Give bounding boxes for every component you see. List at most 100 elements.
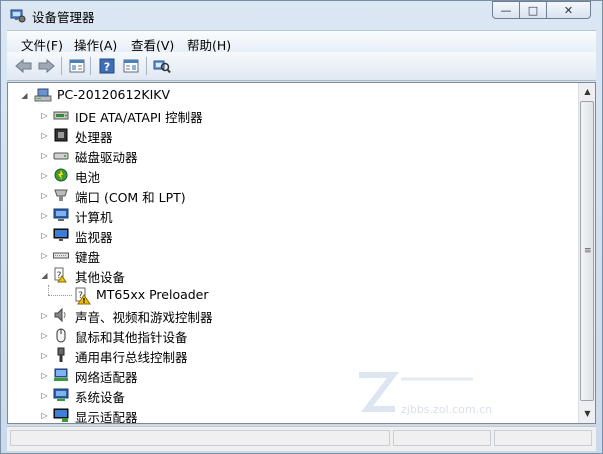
expand-arrow-icon[interactable]: ▷ (40, 151, 49, 160)
help-button[interactable]: ? (98, 57, 116, 75)
tree-guide-line (48, 285, 50, 295)
computer-icon (34, 87, 52, 103)
tree-node-battery[interactable]: ▷ 电池 (8, 165, 576, 185)
tree-node-label: 显示适配器 (75, 410, 138, 424)
other-devices-icon: ? (53, 267, 69, 283)
properties-button[interactable] (68, 57, 86, 75)
close-icon: ✕ (563, 3, 574, 17)
forward-icon (38, 58, 55, 74)
svg-text:!: ! (82, 297, 85, 305)
ide-controller-icon (53, 107, 69, 123)
device-manager-app-icon (10, 7, 26, 23)
network-adapter-icon (53, 367, 69, 383)
disk-drive-icon (53, 147, 69, 163)
scroll-down-button[interactable]: ▼ (579, 405, 595, 422)
mouse-icon (53, 327, 69, 343)
collapse-arrow-icon[interactable]: ◢ (40, 271, 49, 280)
tree-node-sound[interactable]: ▷ 声音、视频和游戏控制器 (8, 305, 576, 325)
tree-node-usb[interactable]: ▷ 通用串行总线控制器 (8, 345, 576, 365)
expand-arrow-icon[interactable]: ▷ (40, 231, 49, 240)
collapse-arrow-icon[interactable]: ◢ (20, 91, 29, 100)
expand-arrow-icon[interactable]: ▷ (40, 371, 49, 380)
scroll-down-icon: ▼ (584, 409, 591, 418)
tree-node-label: 磁盘驱动器 (75, 150, 138, 165)
tree-node-ide[interactable]: ▷ IDE ATA/ATAPI 控制器 (8, 105, 576, 125)
tree-node-system-devices[interactable]: ▷ 系统设备 (8, 385, 576, 405)
tree-node-label: 网络适配器 (75, 370, 138, 385)
status-panel (393, 430, 491, 446)
tree-node-label: 通用串行总线控制器 (75, 350, 188, 365)
view-icon (123, 59, 139, 73)
battery-icon (53, 167, 69, 183)
expand-arrow-icon[interactable]: ▷ (40, 191, 49, 200)
toolbar-separator (90, 57, 91, 75)
sound-icon (53, 307, 69, 323)
scan-hardware-icon (153, 60, 171, 74)
tree-node-label: 声音、视频和游戏控制器 (75, 310, 213, 325)
expand-arrow-icon[interactable]: ▷ (40, 411, 49, 420)
scroll-up-icon: ▲ (584, 87, 591, 96)
toolbar-separator (146, 57, 147, 75)
tree-node-label: 处理器 (75, 130, 113, 145)
svg-text:?: ? (104, 61, 110, 74)
computer-icon (53, 207, 69, 223)
display-adapter-icon (53, 407, 69, 423)
view-button[interactable] (122, 57, 140, 75)
menu-bar: 文件(F) 操作(A) 查看(V) 帮助(H) (7, 30, 596, 53)
close-button[interactable]: ✕ (546, 1, 591, 19)
forward-button[interactable] (37, 57, 55, 75)
tree-node-label: 键盘 (75, 250, 101, 265)
scan-hardware-button[interactable] (153, 57, 171, 75)
minimize-icon: — (500, 3, 512, 17)
device-manager-window: 设备管理器 — □ ✕ 文件(F) 操作(A) 查看(V) 帮助(H) ? ◢ … (0, 0, 603, 454)
expand-arrow-icon[interactable]: ▷ (40, 171, 49, 180)
maximize-button[interactable]: □ (519, 1, 547, 19)
title-bar[interactable]: 设备管理器 — □ ✕ (1, 1, 602, 29)
tree-node-label: 电池 (75, 170, 101, 185)
scroll-thumb[interactable]: ≡ (580, 101, 594, 401)
tree-guide-line (48, 295, 72, 297)
system-devices-icon (53, 387, 69, 403)
tree-node-label: 端口 (COM 和 LPT) (75, 190, 186, 205)
help-icon: ? (99, 58, 115, 74)
window-title: 设备管理器 (32, 10, 95, 25)
expand-arrow-icon[interactable]: ▷ (40, 311, 49, 320)
tree-node-mouse[interactable]: ▷ 鼠标和其他指针设备 (8, 325, 576, 345)
expand-arrow-icon[interactable]: ▷ (40, 351, 49, 360)
unknown-device-warning-icon: ?! (74, 287, 91, 305)
maximize-icon: □ (527, 3, 539, 17)
tree-root[interactable]: ◢ PC-20120612KIKV (8, 85, 576, 105)
back-icon (15, 58, 32, 74)
expand-arrow-icon[interactable]: ▷ (40, 391, 49, 400)
expand-arrow-icon[interactable]: ▷ (40, 111, 49, 120)
expand-arrow-icon[interactable]: ▷ (40, 131, 49, 140)
tree-node-processor[interactable]: ▷ 处理器 (8, 125, 576, 145)
expand-arrow-icon[interactable]: ▷ (40, 251, 49, 260)
vertical-scrollbar[interactable]: ▲ ≡ ▼ (578, 83, 595, 423)
expand-arrow-icon[interactable]: ▷ (40, 211, 49, 220)
tree-node-ports[interactable]: ▷ 端口 (COM 和 LPT) (8, 185, 576, 205)
processor-icon (53, 127, 69, 143)
back-button[interactable] (15, 57, 33, 75)
scroll-up-button[interactable]: ▲ (579, 83, 595, 100)
status-panel (494, 430, 592, 446)
tree-node-display-adapter[interactable]: ▷ 显示适配器 (8, 405, 576, 424)
tree-node-network-adapter[interactable]: ▷ 网络适配器 (8, 365, 576, 385)
tree-node-monitor[interactable]: ▷ 监视器 (8, 225, 576, 245)
tree-node-disk-drive[interactable]: ▷ 磁盘驱动器 (8, 145, 576, 165)
tree-root-label: PC-20120612KIKV (57, 87, 171, 102)
tree-node-computer[interactable]: ▷ 计算机 (8, 205, 576, 225)
monitor-icon (53, 227, 69, 243)
toolbar: ? (7, 52, 596, 81)
minimize-button[interactable]: — (492, 1, 520, 19)
tree-node-mt65xx-preloader[interactable]: ?! MT65xx Preloader (8, 285, 576, 305)
expand-arrow-icon[interactable]: ▷ (40, 331, 49, 340)
grip-icon: ≡ (584, 246, 592, 256)
device-tree[interactable]: ◢ PC-20120612KIKV ▷ IDE ATA/ATAPI 控制器 ▷ … (7, 82, 596, 424)
tree-node-other-devices[interactable]: ◢ ? 其他设备 (8, 265, 576, 285)
keyboard-icon (53, 247, 69, 263)
status-bar (7, 426, 596, 451)
tree-node-keyboard[interactable]: ▷ 键盘 (8, 245, 576, 265)
usb-icon (53, 347, 69, 363)
toolbar-separator (61, 57, 62, 75)
